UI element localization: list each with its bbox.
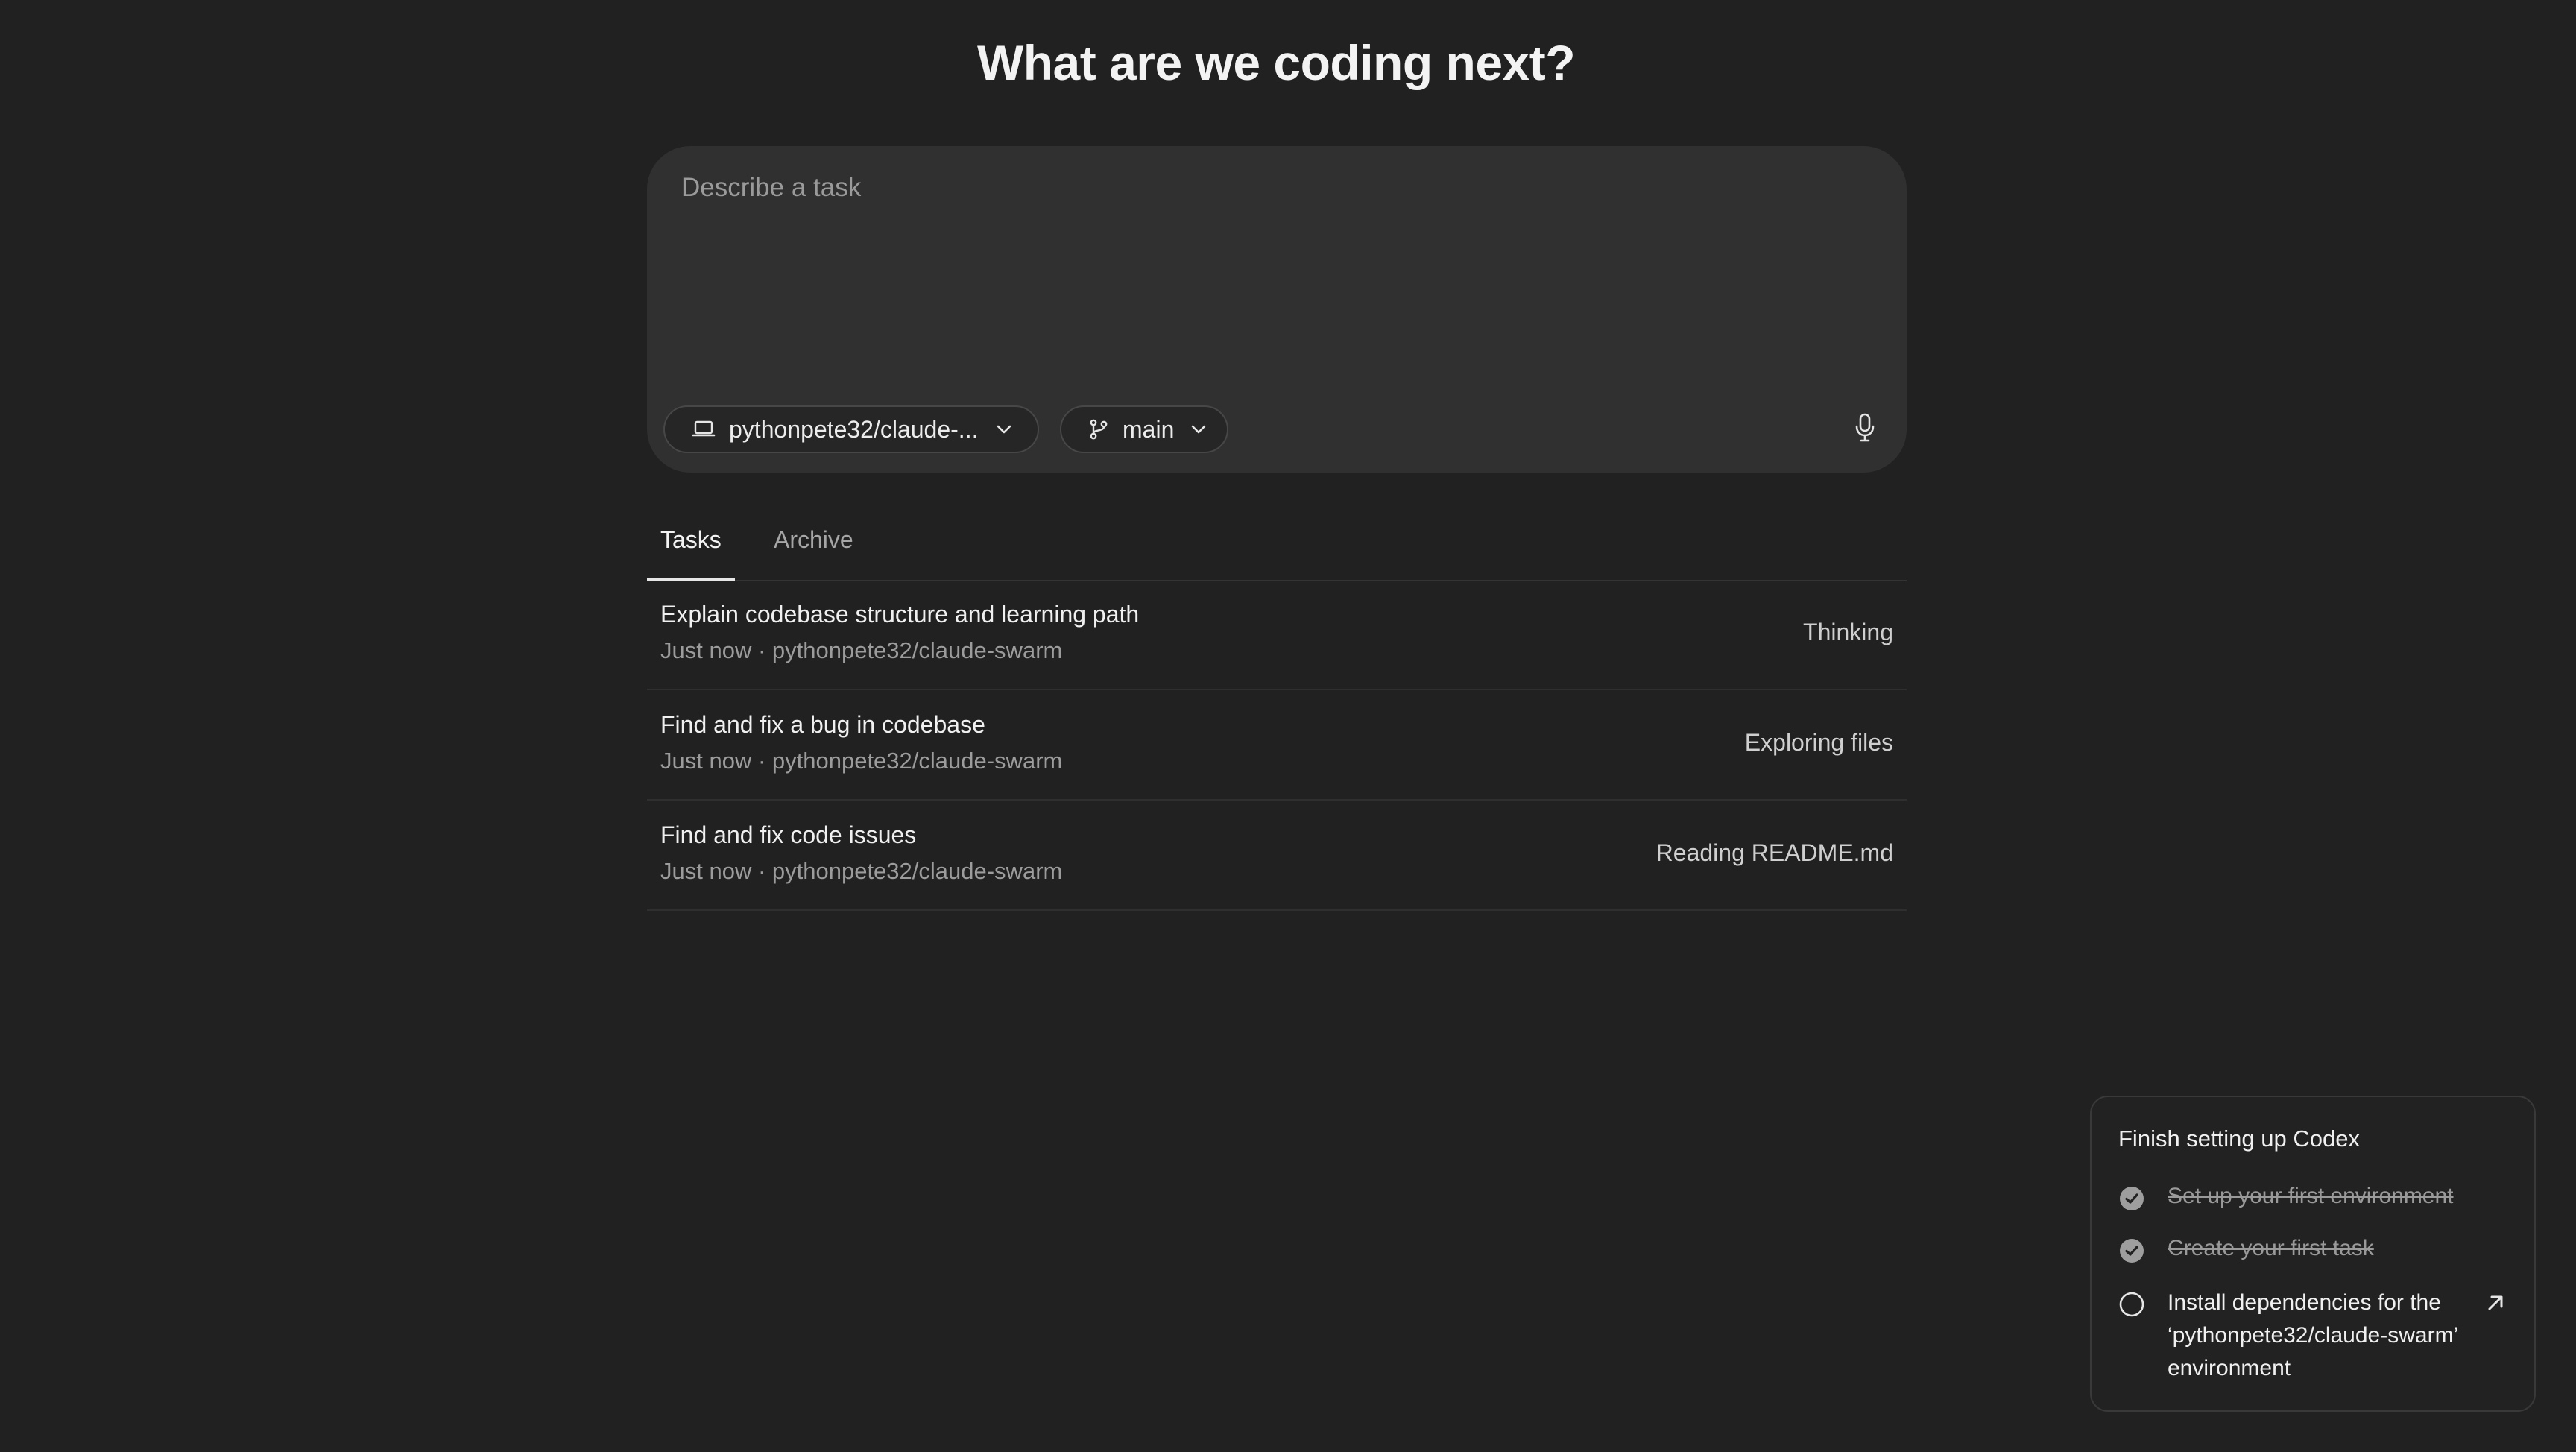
task-row[interactable]: Find and fix code issues Just now · pyth… <box>647 801 1907 911</box>
setup-title: Finish setting up Codex <box>2118 1126 2360 1152</box>
task-meta: Just now · pythonpete32/claude-swarm <box>660 748 1063 774</box>
open-step-button[interactable] <box>2482 1290 2509 1316</box>
environment-label: pythonpete32/claude-... <box>729 415 979 443</box>
setup-step-label: Create your first task <box>2168 1236 2374 1260</box>
setup-step-label: Set up your first environment <box>2168 1184 2454 1208</box>
tab-tasks[interactable]: Tasks <box>660 526 722 554</box>
arrow-up-right-icon <box>2482 1295 2509 1319</box>
setup-checklist-card: Finish setting up Codex Set up your firs… <box>2090 1096 2536 1412</box>
task-status: Exploring files <box>1744 729 1893 756</box>
chevron-down-icon <box>996 424 1012 435</box>
git-branch-icon <box>1088 418 1109 441</box>
task-list: Explain codebase structure and learning … <box>647 580 1907 911</box>
task-row[interactable]: Explain codebase structure and learning … <box>647 580 1907 690</box>
task-input[interactable] <box>681 173 1859 300</box>
setup-step[interactable]: Install dependencies for the ‘pythonpete… <box>2118 1290 2473 1385</box>
task-title: Find and fix a bug in codebase <box>660 711 985 738</box>
check-circle-icon <box>2118 1237 2145 1264</box>
task-title: Find and fix code issues <box>660 821 917 848</box>
microphone-button[interactable] <box>1844 408 1886 450</box>
environment-selector[interactable]: pythonpete32/claude-... <box>663 405 1039 453</box>
setup-step-label: Install dependencies for the ‘pythonpete… <box>2168 1290 2458 1380</box>
branch-selector[interactable]: main <box>1060 405 1228 453</box>
page: What are we coding next? pythonpete32/cl… <box>0 0 2576 1452</box>
task-status: Reading README.md <box>1655 839 1893 866</box>
tab-archive[interactable]: Archive <box>774 526 853 554</box>
check-circle-icon <box>2118 1185 2145 1212</box>
microphone-icon <box>1853 412 1877 447</box>
setup-step[interactable]: Set up your first environment <box>2118 1184 2454 1212</box>
task-title: Explain codebase structure and learning … <box>660 601 1140 628</box>
task-tabs: Tasks Archive <box>647 514 1907 581</box>
laptop-icon <box>692 420 716 439</box>
page-title: What are we coding next? <box>976 35 1576 90</box>
setup-step[interactable]: Create your first task <box>2118 1236 2374 1264</box>
branch-label: main <box>1123 415 1175 443</box>
task-meta: Just now · pythonpete32/claude-swarm <box>660 637 1063 663</box>
chevron-down-icon <box>1190 424 1207 435</box>
task-meta: Just now · pythonpete32/claude-swarm <box>660 858 1063 884</box>
task-composer: pythonpete32/claude-... main <box>647 146 1907 473</box>
task-status: Thinking <box>1803 619 1893 645</box>
task-row[interactable]: Find and fix a bug in codebase Just now … <box>647 690 1907 801</box>
empty-circle-icon <box>2118 1291 2145 1318</box>
